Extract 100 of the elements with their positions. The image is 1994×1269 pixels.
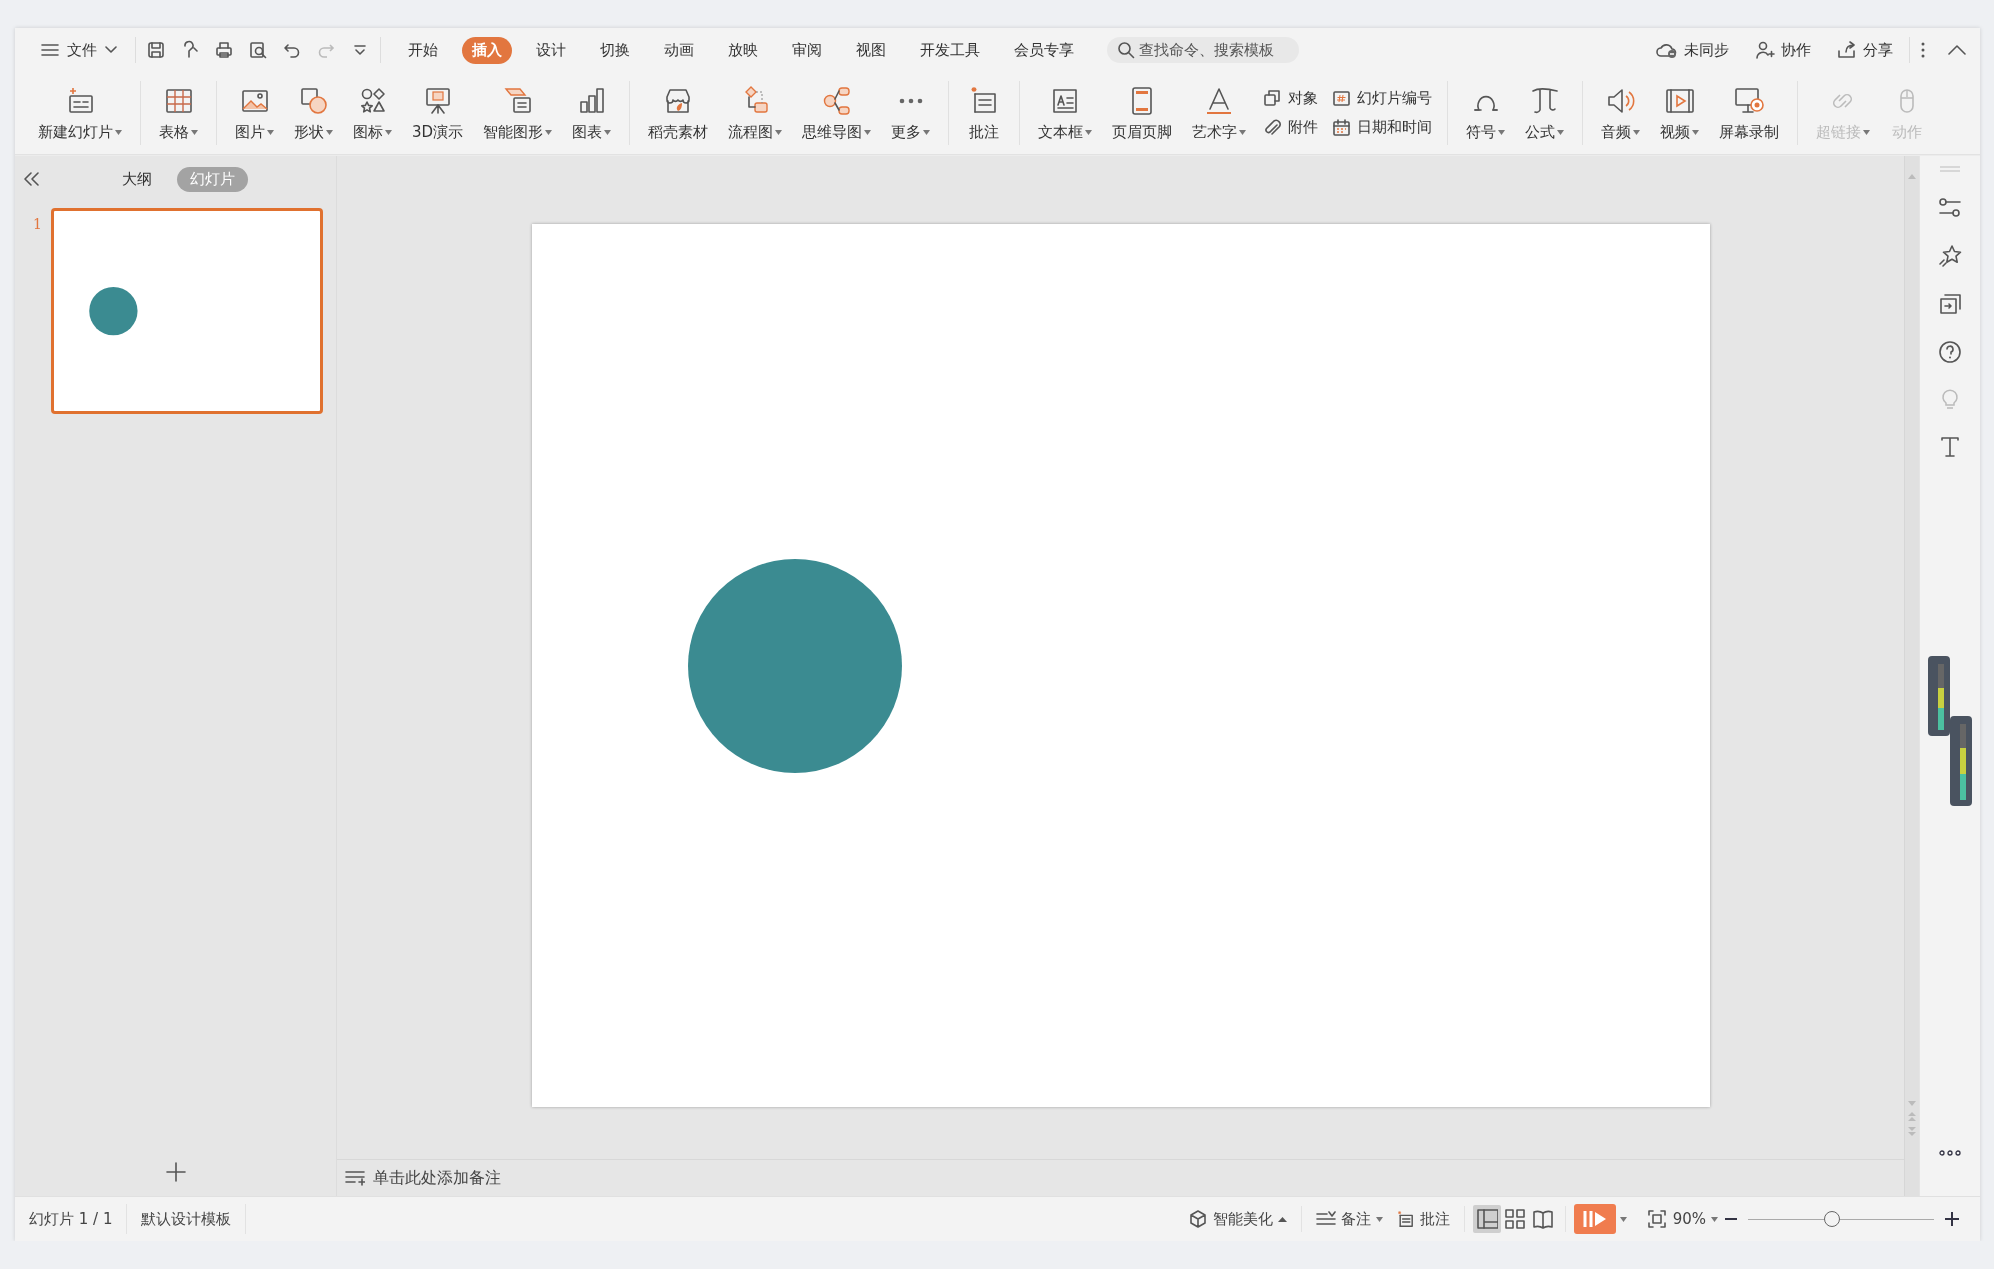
slide-thumbnail[interactable]	[51, 208, 323, 414]
ribbon-button[interactable]: 表格	[150, 80, 207, 146]
caret-icon	[1375, 1216, 1383, 1222]
scroll-down-icon	[1908, 1101, 1916, 1106]
sliders-icon[interactable]	[1938, 196, 1962, 220]
text-icon[interactable]	[1939, 436, 1961, 458]
play-button[interactable]	[1573, 1204, 1616, 1234]
ribbon-button[interactable]: 公式	[1516, 80, 1574, 146]
status-text: 默认设计模板	[127, 1204, 247, 1234]
ribbon-button[interactable]: 符号	[1457, 80, 1515, 146]
caret-icon	[1498, 129, 1506, 135]
save-icon[interactable]	[146, 40, 166, 60]
caret-icon	[545, 129, 553, 135]
ribbon-button[interactable]: 图片	[226, 80, 283, 146]
menu-tab[interactable]: 审阅	[782, 36, 832, 64]
caret-icon	[1619, 1216, 1627, 1222]
slide-canvas[interactable]	[531, 224, 1710, 1107]
chevron-down-icon	[105, 46, 117, 54]
add-icon[interactable]	[164, 1161, 187, 1183]
ribbon-button[interactable]: 对象	[1261, 89, 1321, 108]
play-icon	[1581, 1209, 1608, 1229]
ribbon-button[interactable]: 智能图形	[474, 80, 562, 146]
ribbon-button[interactable]: 更多	[882, 80, 940, 146]
caret-icon	[923, 129, 931, 135]
ribbon-button[interactable]: 形状	[285, 80, 342, 146]
calendar-icon	[1332, 118, 1352, 137]
menu-tab[interactable]: 设计	[526, 36, 576, 64]
comments-button[interactable]: 批注	[1388, 1207, 1456, 1231]
toolbar-button[interactable]: 未同步	[1650, 39, 1735, 61]
menu-tab[interactable]: 开始	[398, 36, 448, 64]
slides-switch-icon[interactable]	[1938, 292, 1962, 316]
ribbon-button[interactable]: 屏幕录制	[1710, 80, 1789, 146]
normal-view-icon	[1475, 1208, 1498, 1230]
menu-icon	[41, 43, 59, 57]
menu-tab[interactable]: 动画	[654, 36, 704, 64]
zoom-out-icon[interactable]	[1724, 1217, 1738, 1221]
search-field[interactable]: 查找命令、搜索模板	[1107, 37, 1299, 63]
caret-icon	[1711, 1216, 1718, 1222]
reading-view-icon	[1531, 1208, 1554, 1230]
zoom-dropdown[interactable]: 90%	[1666, 1208, 1724, 1230]
caret-icon	[1557, 129, 1565, 135]
ribbon-button[interactable]: 批注	[958, 80, 1011, 146]
ribbon-button[interactable]: 3D演示	[403, 80, 473, 146]
ribbon-button[interactable]: 新建幻灯片	[29, 80, 131, 146]
caret-icon	[267, 129, 274, 135]
print-preview-icon[interactable]	[248, 40, 268, 60]
print-icon[interactable]	[214, 40, 234, 60]
menu-tab[interactable]: 切换	[590, 36, 640, 64]
toolbar-button[interactable]: 协作	[1749, 39, 1817, 61]
caret-icon	[1692, 129, 1700, 135]
slide-number-icon	[1332, 89, 1352, 108]
ribbon-button[interactable]: 文本框	[1029, 80, 1102, 146]
ribbon-button[interactable]: 流程图	[719, 80, 792, 146]
object-icon	[1263, 89, 1283, 108]
normal-view-button[interactable]	[1472, 1205, 1501, 1233]
more-icon[interactable]	[1939, 1150, 1961, 1156]
help-icon[interactable]	[1938, 340, 1962, 364]
zoom-in-icon[interactable]	[1944, 1211, 1960, 1227]
ribbon-button[interactable]: 音频	[1592, 80, 1650, 146]
toolbar-button[interactable]: 分享	[1831, 39, 1899, 61]
status-text: 幻灯片 1 / 1	[15, 1204, 128, 1234]
caret-icon	[191, 129, 198, 135]
notes-icon	[1315, 1211, 1336, 1227]
menu-tab[interactable]: 放映	[718, 36, 768, 64]
menu-tab[interactable]: 视图	[846, 36, 896, 64]
ribbon-button[interactable]: 图标	[344, 80, 401, 146]
caret-icon	[775, 129, 783, 135]
share-icon	[1837, 41, 1857, 59]
notes-button[interactable]: 备注	[1309, 1207, 1389, 1231]
menu-tab[interactable]: 开发工具	[910, 36, 990, 64]
ribbon-button[interactable]: 附件	[1261, 118, 1321, 137]
collapse-icon[interactable]	[1948, 45, 1966, 55]
notes-placeholder[interactable]: 单击此处添加备注	[373, 1167, 501, 1189]
caret-icon	[864, 129, 872, 135]
collapse-panel-icon[interactable]	[23, 172, 39, 186]
notes-icon	[345, 1170, 365, 1186]
level-meter-icon	[1950, 716, 1972, 806]
grid-view-icon	[1503, 1208, 1526, 1230]
star-icon[interactable]	[1938, 244, 1962, 268]
panel-tab[interactable]: 大纲	[109, 166, 165, 192]
ribbon-button[interactable]: 艺术字	[1183, 80, 1256, 146]
ribbon-button[interactable]: 视频	[1651, 80, 1709, 146]
ribbon-button[interactable]: 日期和时间	[1330, 118, 1435, 137]
ribbon-button[interactable]: 页眉页脚	[1103, 80, 1182, 146]
circle-shape	[89, 286, 138, 336]
file-menu-button[interactable]: 文件	[33, 36, 125, 64]
caret-up-icon	[1277, 1216, 1287, 1222]
ribbon-button[interactable]: 稻壳素材	[639, 80, 718, 146]
ribbon-button[interactable]: 图表	[563, 80, 621, 146]
ribbon-button[interactable]: 思维导图	[793, 80, 881, 146]
more-icon[interactable]	[1920, 41, 1926, 59]
menu-tab[interactable]: 会员专享	[1004, 36, 1084, 64]
person-add-icon	[1755, 41, 1775, 59]
caret-icon	[1239, 129, 1247, 135]
ribbon-button[interactable]: 幻灯片编号	[1330, 89, 1435, 108]
beautify-button[interactable]: 智能美化	[1181, 1207, 1293, 1231]
fit-window-icon[interactable]	[1646, 1209, 1667, 1229]
drag-handle-icon	[1939, 166, 1961, 172]
previous-slide-icon	[1908, 1112, 1916, 1121]
caret-icon	[604, 129, 612, 135]
